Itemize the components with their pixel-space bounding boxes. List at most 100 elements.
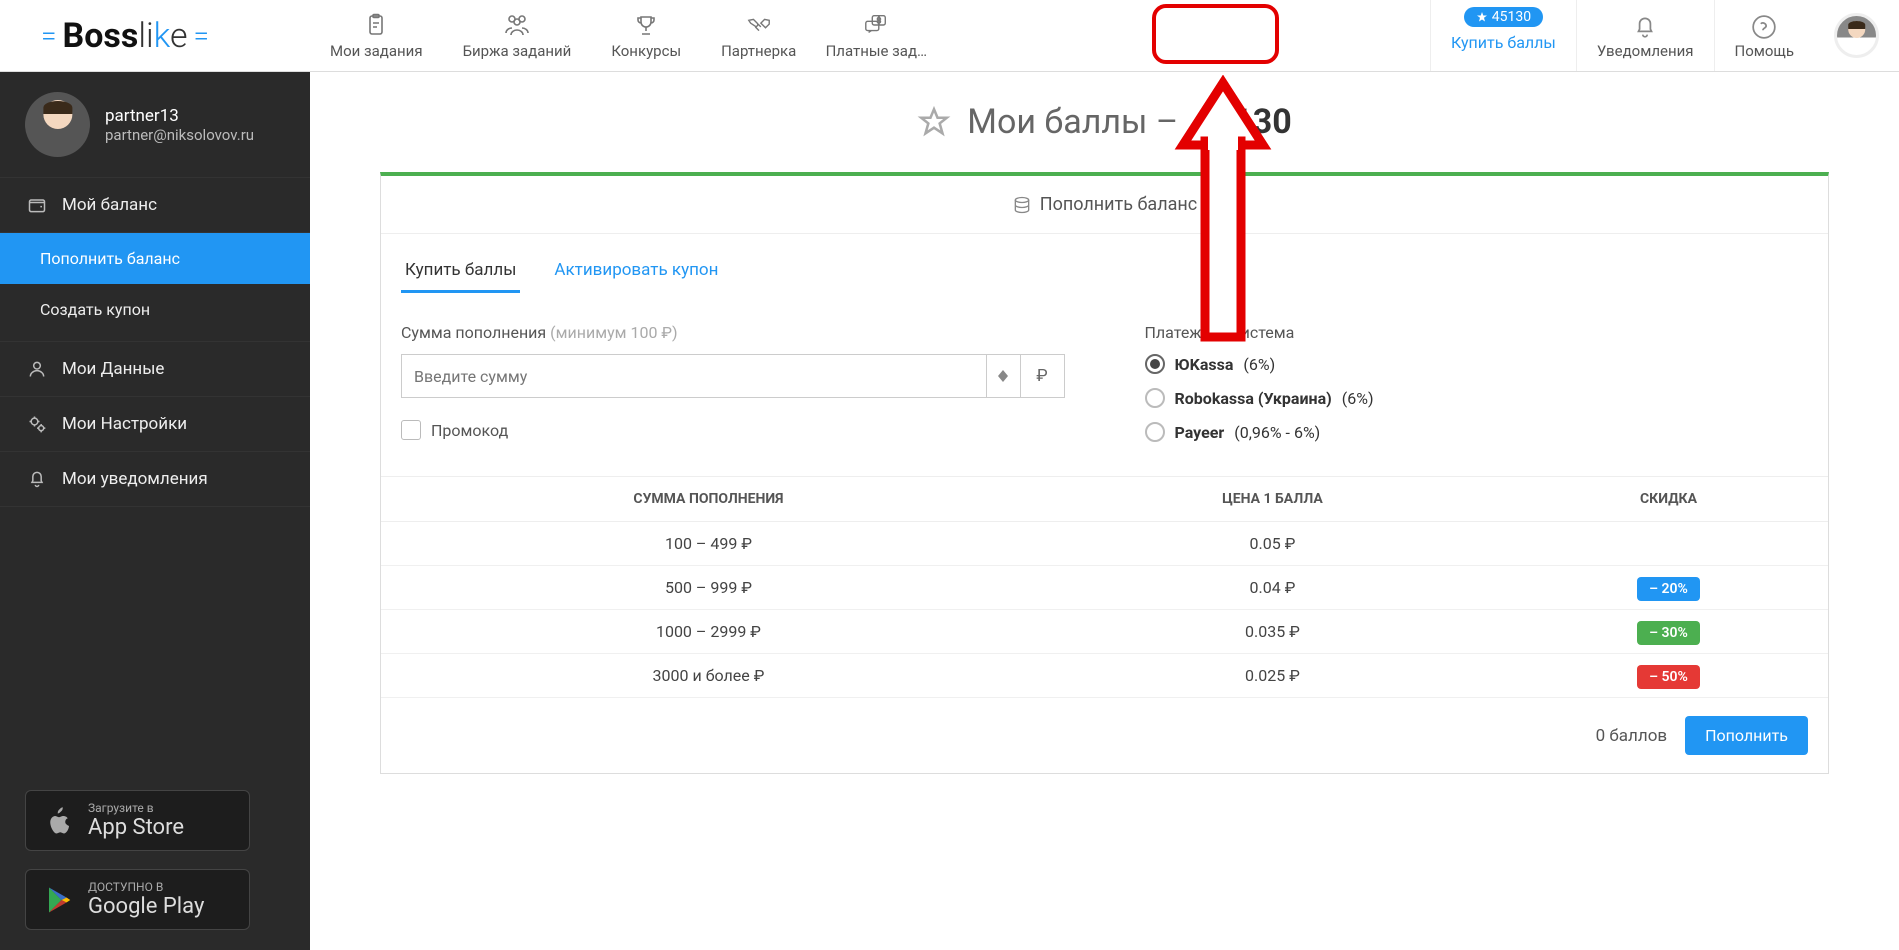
table-row: 500 – 999 ₽ 0.04 ₽ – 20% [381, 566, 1828, 610]
radio-payeer[interactable]: Payeer (0,96% - 6%) [1145, 422, 1809, 442]
nav-exchange[interactable]: Биржа заданий [443, 0, 592, 71]
cell-price: 0.025 ₽ [1036, 654, 1509, 698]
nav-my-tasks[interactable]: Мои задания [310, 0, 443, 71]
sidebar-menu: Мой баланс Пополнить баланс Создать купо… [0, 178, 310, 507]
user-icon [26, 358, 48, 380]
th-price: ЦЕНА 1 БАЛЛА [1036, 477, 1509, 522]
dash-icon: = [41, 19, 57, 52]
th-amount: СУММА ПОПОЛНЕНИЯ [381, 477, 1036, 522]
wallet-icon [26, 194, 48, 216]
cell-range: 500 – 999 ₽ [381, 566, 1036, 610]
cell-range: 1000 – 2999 ₽ [381, 610, 1036, 654]
promo-checkbox[interactable]: Промокод [401, 420, 1065, 440]
checkbox-icon [401, 420, 421, 440]
radio-icon [1145, 422, 1165, 442]
clipboard-icon [363, 12, 389, 38]
sidebar-user: partner13 partner@niksolovov.ru [0, 72, 310, 178]
buy-points-button[interactable]: 45130 Купить баллы [1430, 0, 1576, 71]
nav-label: Партнерка [721, 42, 796, 60]
sidebar: partner13 partner@niksolovov.ru Мой бала… [0, 72, 310, 950]
sidebar-username: partner13 [105, 106, 254, 126]
points-value: 45130 [1492, 9, 1531, 25]
nav-label: Мои задания [330, 42, 423, 60]
cell-price: 0.035 ₽ [1036, 610, 1509, 654]
amount-label: Сумма пополнения (минимум 100 ₽) [401, 323, 1065, 342]
sidebar-item-topup[interactable]: Пополнить баланс [0, 233, 310, 284]
nav-label: Помощь [1735, 42, 1795, 60]
sidebar-item-mydata[interactable]: Мои Данные [0, 342, 310, 397]
cell-discount [1509, 522, 1828, 566]
tab-activate-coupon[interactable]: Активировать купон [550, 250, 722, 293]
buy-label: Купить баллы [1451, 33, 1556, 52]
sidebar-item-balance[interactable]: Мой баланс [0, 178, 310, 233]
handshake-icon [746, 12, 772, 38]
pricing-table: СУММА ПОПОЛНЕНИЯ ЦЕНА 1 БАЛЛА СКИДКА 100… [381, 476, 1828, 698]
paysystem-label: Платежная система [1145, 323, 1809, 342]
sidebar-avatar [25, 92, 90, 157]
sidebar-item-label: Мои Настройки [62, 414, 187, 434]
topup-card: Пополнить баланс Купить баллы Активирова… [380, 172, 1829, 774]
bell-icon [26, 468, 48, 490]
ruble-addon: ₽ [1021, 354, 1065, 398]
star-icon [917, 105, 951, 139]
radio-icon [1145, 354, 1165, 374]
radio-yookassa[interactable]: ЮKassa (6%) [1145, 354, 1809, 374]
nav-label: Конкурсы [611, 42, 681, 60]
amount-column: Сумма пополнения (минимум 100 ₽) ₽ Про [401, 323, 1065, 456]
nav-label: Платные зад… [826, 42, 927, 60]
topbar: = Bosslike = Мои задания Биржа заданий К… [0, 0, 1899, 72]
cell-range: 3000 и более ₽ [381, 654, 1036, 698]
chat-money-icon: $ [863, 12, 889, 38]
main-content: Мои баллы – 45130 Пополнить баланс Купит… [310, 72, 1899, 950]
nav-partner[interactable]: Партнерка [701, 0, 816, 71]
tab-buy-points[interactable]: Купить баллы [401, 250, 520, 293]
dash-icon: = [194, 19, 210, 52]
th-discount: СКИДКА [1509, 477, 1828, 522]
radio-icon [1145, 388, 1165, 408]
table-row: 3000 и более ₽ 0.025 ₽ – 50% [381, 654, 1828, 698]
card-heading: Пополнить баланс [381, 176, 1828, 234]
trophy-icon [633, 12, 659, 38]
radio-robokassa[interactable]: Robokassa (Украина) (6%) [1145, 388, 1809, 408]
bell-icon [1630, 12, 1660, 42]
tabs: Купить баллы Активировать купон [381, 234, 1828, 293]
notifications-button[interactable]: Уведомления [1576, 0, 1714, 71]
cell-price: 0.05 ₽ [1036, 522, 1509, 566]
logo[interactable]: = Bosslike = [0, 16, 310, 56]
store-buttons: Загрузите вApp Store ДОСТУПНО ВGoogle Pl… [0, 770, 310, 950]
sidebar-item-create-coupon[interactable]: Создать купон [0, 284, 310, 335]
stepper-icon[interactable] [987, 354, 1021, 398]
sidebar-item-label: Мои уведомления [62, 469, 208, 489]
coins-icon [1012, 195, 1032, 215]
points-preview: 0 баллов [1596, 726, 1668, 746]
nav-paid-tasks[interactable]: $ Платные зад… [816, 0, 936, 71]
nav-label: Уведомления [1597, 42, 1694, 60]
topup-button[interactable]: Пополнить [1685, 716, 1808, 755]
nav-contests[interactable]: Конкурсы [591, 0, 701, 71]
googleplay-button[interactable]: ДОСТУПНО ВGoogle Play [25, 869, 250, 930]
sidebar-item-label: Создать купон [40, 300, 150, 319]
question-icon [1749, 12, 1779, 42]
user-avatar-top[interactable] [1834, 13, 1879, 58]
star-icon [1476, 11, 1488, 23]
sidebar-item-settings[interactable]: Мои Настройки [0, 397, 310, 452]
sidebar-email: partner@niksolovov.ru [105, 126, 254, 144]
sidebar-item-label: Мои Данные [62, 359, 164, 379]
table-row: 1000 – 2999 ₽ 0.035 ₽ – 30% [381, 610, 1828, 654]
people-icon [504, 12, 530, 38]
header-right: 45130 Купить баллы Уведомления Помощь [1430, 0, 1899, 71]
table-row: 100 – 499 ₽ 0.05 ₽ [381, 522, 1828, 566]
apple-icon [44, 804, 74, 838]
points-badge: 45130 [1464, 7, 1543, 27]
cell-discount: – 30% [1509, 610, 1828, 654]
help-button[interactable]: Помощь [1714, 0, 1815, 71]
gear-icon [26, 413, 48, 435]
sidebar-item-notifications[interactable]: Мои уведомления [0, 452, 310, 507]
page-title: Мои баллы – 45130 [380, 102, 1829, 142]
paysystem-column: Платежная система ЮKassa (6%) Robokassa … [1145, 323, 1809, 456]
appstore-button[interactable]: Загрузите вApp Store [25, 790, 250, 851]
cell-discount: – 50% [1509, 654, 1828, 698]
amount-input[interactable] [401, 354, 987, 398]
cell-discount: – 20% [1509, 566, 1828, 610]
card-footer: 0 баллов Пополнить [381, 698, 1828, 773]
